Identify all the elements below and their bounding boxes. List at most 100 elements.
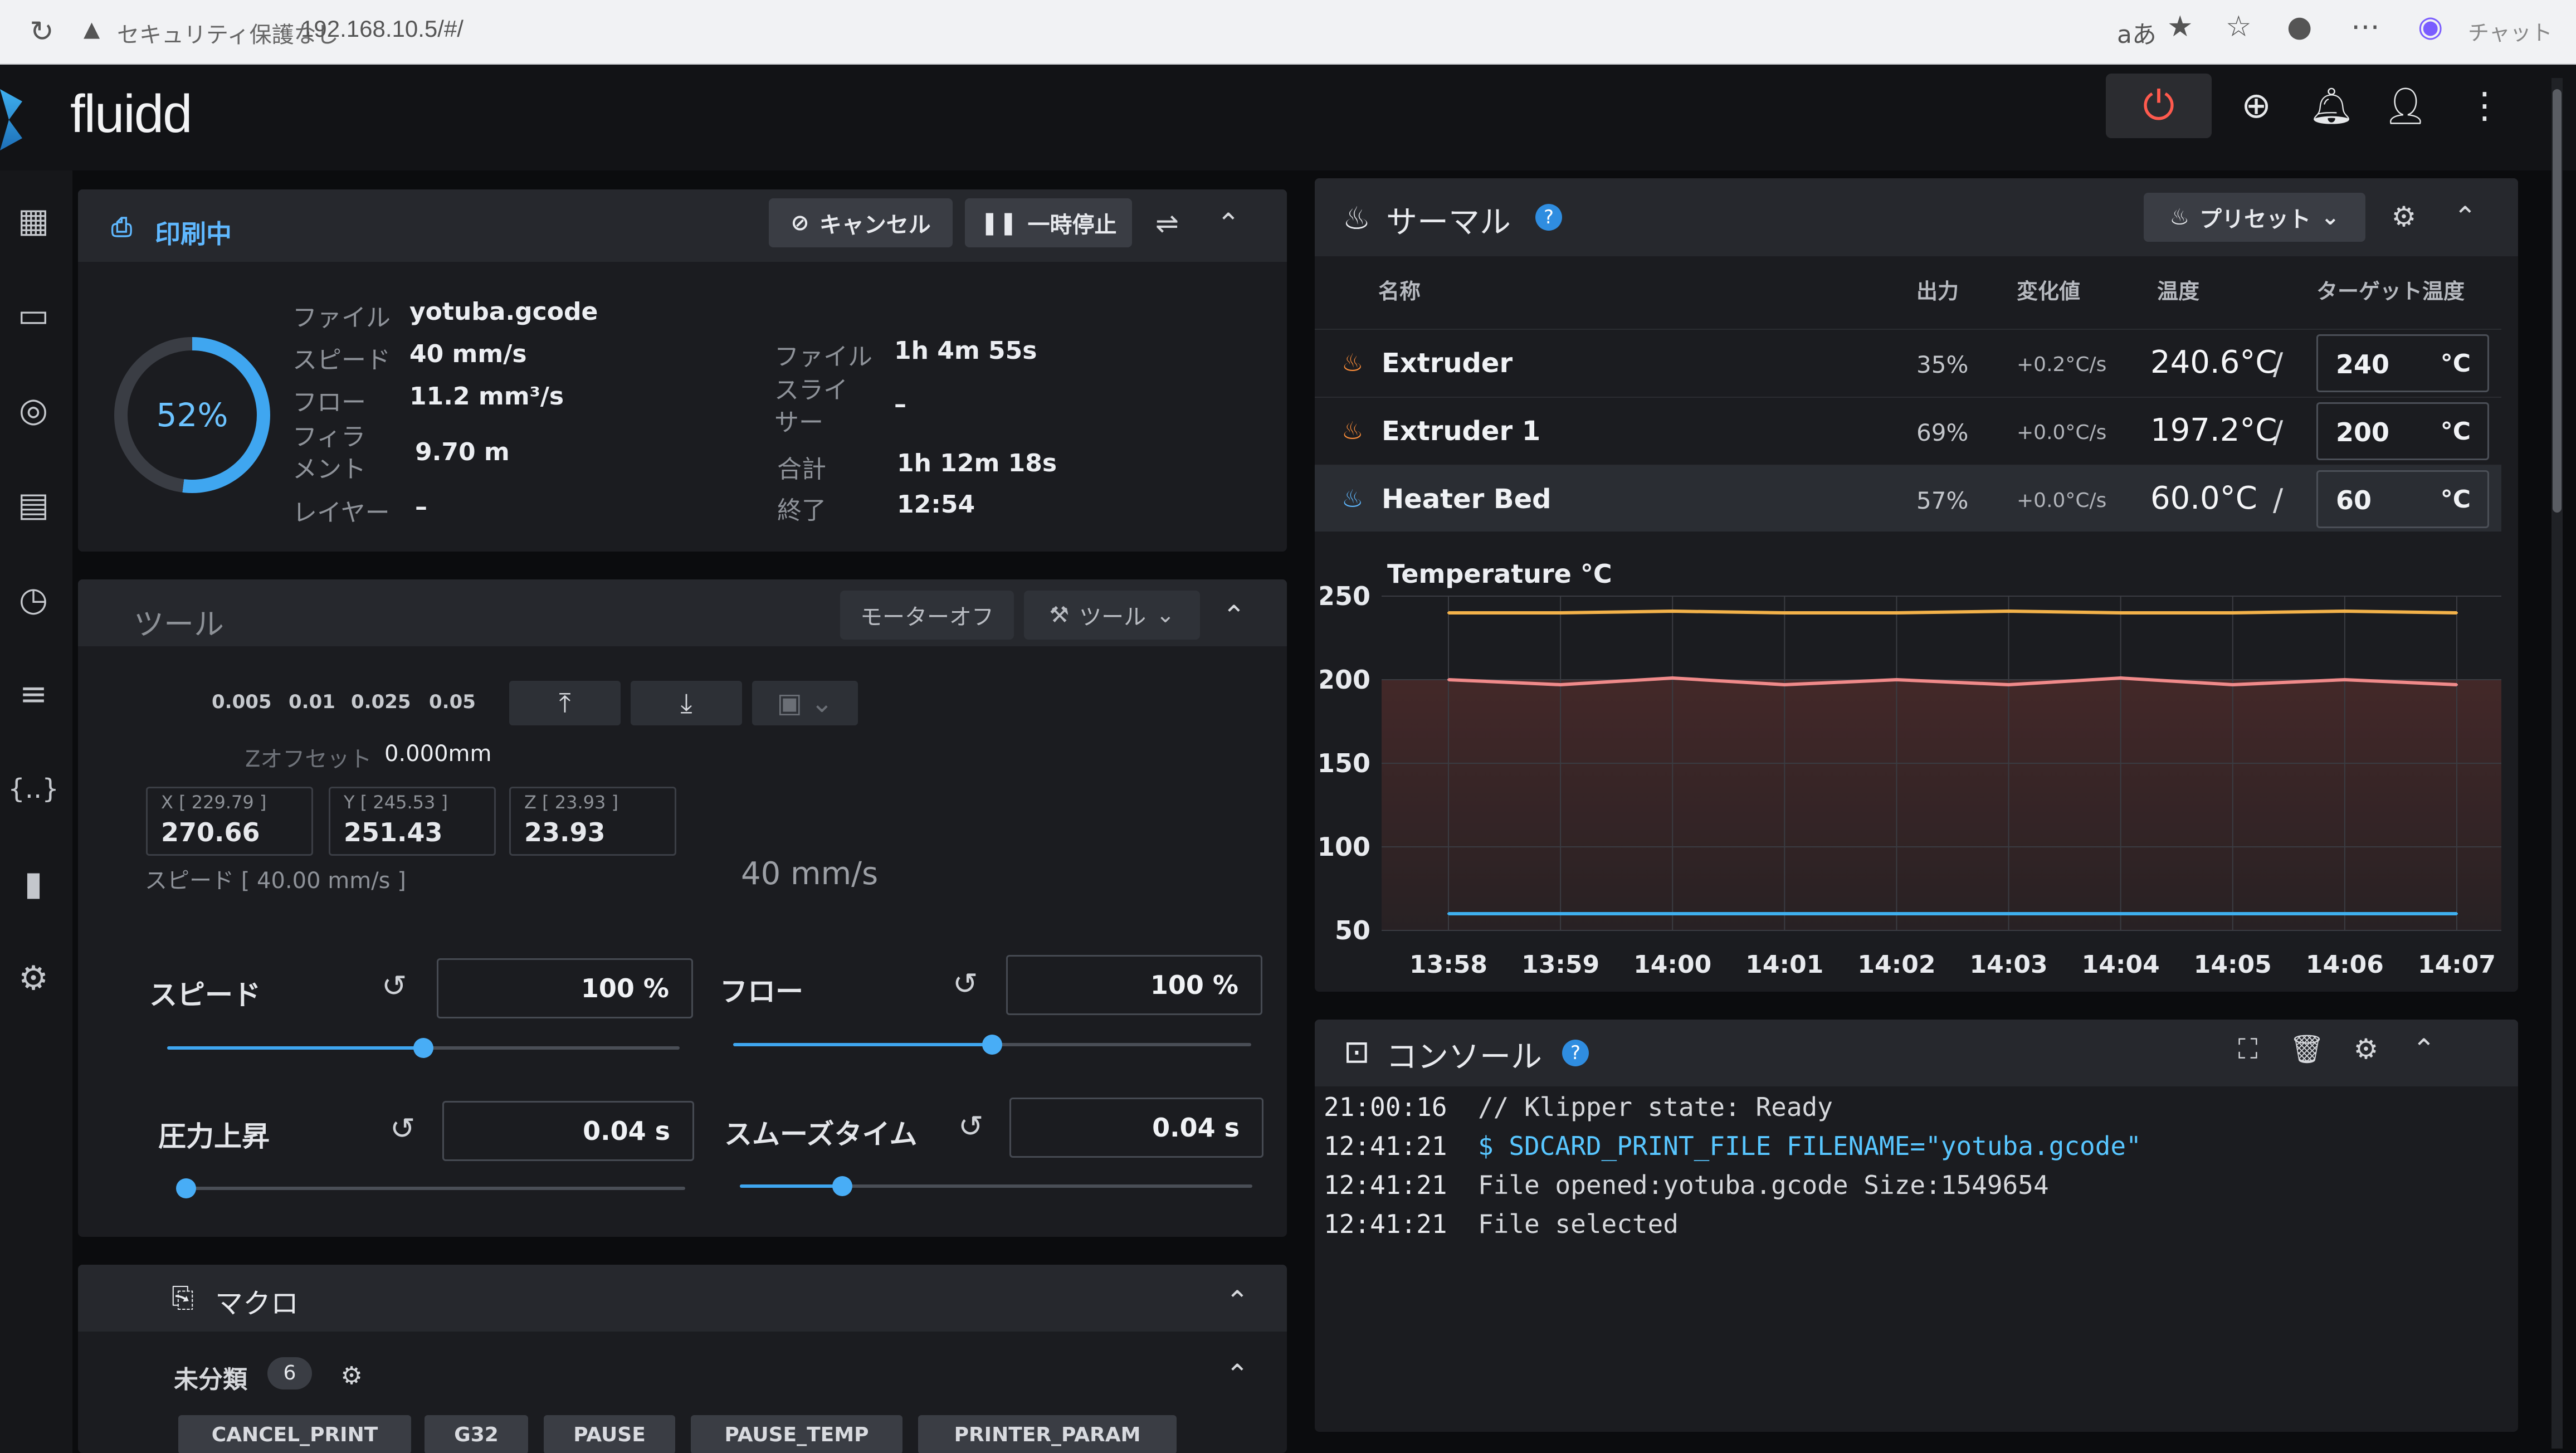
z-up-button[interactable]: ⤒ — [509, 681, 621, 725]
heater-row-extruder[interactable]: ♨ Extruder 35% +0.2°C/s 240.6°C / 240 °C — [1315, 329, 2501, 396]
address-bar[interactable]: 192.168.10.5/#/ — [301, 16, 464, 42]
flow-factor-input[interactable]: 100 % — [1006, 955, 1262, 1015]
warning-icon[interactable]: ▲ — [84, 17, 100, 41]
console-command[interactable]: $ SDCARD_PRINT_FILE FILENAME="yotuba.gco… — [1478, 1131, 2141, 1161]
clear-console-trash-icon[interactable]: 🗑︎ — [2282, 1024, 2332, 1074]
layer-value: – — [415, 493, 427, 521]
collapse-icon[interactable]: ⌃ — [1203, 198, 1253, 248]
emergency-stop-button[interactable]: ⏻ — [2106, 74, 2212, 138]
thermal-help-icon[interactable]: ? — [1535, 204, 1562, 231]
speed-reset-icon[interactable]: ↺ — [382, 968, 407, 1003]
macro-settings-gear-icon[interactable]: ⚙ — [326, 1350, 377, 1401]
tools-menu-button[interactable]: ⚒ ツール ⌄ — [1024, 591, 1200, 640]
smooth-time-reset-icon[interactable]: ↺ — [958, 1109, 983, 1144]
speed-slider[interactable] — [167, 1038, 680, 1058]
speed-label: スピード — [292, 346, 391, 374]
dashboard-icon[interactable]: ▦ — [0, 193, 67, 248]
target-temp-input[interactable]: 60 °C — [2316, 470, 2489, 528]
series-point-0 — [2007, 610, 2010, 612]
speed-factor-input[interactable]: 100 % — [437, 958, 693, 1018]
favorites-list-icon[interactable]: ☆ — [2226, 10, 2252, 43]
favorite-star-icon[interactable]: ★ — [2167, 10, 2193, 43]
tune-icon[interactable]: ≡ — [0, 666, 67, 722]
macro-g32[interactable]: G32 — [425, 1415, 528, 1453]
heater-row-extruder1[interactable]: ♨ Extruder 1 69% +0.0°C/s 197.2°C / 200 … — [1315, 397, 2501, 464]
flow-slider[interactable] — [733, 1035, 1251, 1055]
step-005[interactable]: 0.05 — [429, 691, 476, 713]
header-power: 出力 — [1916, 279, 1959, 304]
upload-icon[interactable]: ⊕ — [2228, 78, 2284, 134]
app-menu-icon[interactable]: ⋮ — [2457, 78, 2512, 134]
x-tick-label: 14:02 — [1857, 950, 1935, 979]
console-help-icon[interactable]: ? — [1562, 1040, 1589, 1066]
z-axis-value: 23.93 — [524, 817, 606, 847]
more-icon[interactable]: ⋯ — [2351, 10, 2380, 43]
read-aloud-icon[interactable]: aあ — [2117, 14, 2157, 50]
console-settings-gear-icon[interactable]: ⚙ — [2341, 1024, 2391, 1074]
camera-icon[interactable]: ◎ — [0, 382, 67, 438]
cancel-button[interactable]: ⊘ キャンセル — [769, 198, 953, 247]
pressure-advance-slider-knob[interactable] — [176, 1178, 196, 1198]
console-icon[interactable]: ▭ — [0, 287, 67, 343]
copilot-icon[interactable]: ◉ — [2418, 10, 2443, 43]
thermal-settings-gear-icon[interactable]: ⚙ — [2379, 192, 2429, 242]
pressure-advance-input[interactable]: 0.04 s — [442, 1101, 694, 1161]
smooth-time-label: スムーズタイム — [724, 1118, 918, 1150]
step-0005[interactable]: 0.005 — [212, 691, 272, 713]
z-down-button[interactable]: ⤓ — [631, 681, 742, 725]
speed-slider-knob[interactable] — [413, 1038, 433, 1058]
x-tick-label: 14:00 — [1633, 950, 1711, 979]
reload-icon[interactable]: ↻ — [22, 12, 61, 51]
profile-icon[interactable]: ● — [2287, 10, 2312, 43]
notifications-bell-icon[interactable]: 🔔︎ — [2304, 78, 2359, 134]
heater-rate: +0.0°C/s — [2017, 421, 2107, 444]
y-position-field[interactable]: Y [ 245.53 ] 251.43 — [329, 787, 496, 856]
step-001[interactable]: 0.01 — [289, 691, 335, 713]
bed-flame-icon: ♨ — [1341, 485, 1364, 513]
pause-button[interactable]: ❚❚ 一時停止 — [965, 198, 1132, 247]
macros-collapse-icon[interactable]: ⌃ — [1212, 1276, 1262, 1326]
flow-slider-knob[interactable] — [982, 1035, 1002, 1055]
jobs-icon[interactable]: ▤ — [0, 477, 67, 533]
thermal-collapse-icon[interactable]: ⌃ — [2440, 192, 2490, 242]
smooth-time-slider-knob[interactable] — [832, 1176, 852, 1196]
fullscreen-icon[interactable]: ⛶ — [2223, 1024, 2273, 1074]
macro-printer-param[interactable]: PRINTER_PARAM — [918, 1415, 1177, 1453]
smooth-time-input[interactable]: 0.04 s — [1009, 1098, 1263, 1158]
x-tick-label: 14:01 — [1745, 950, 1823, 979]
step-0025[interactable]: 0.025 — [351, 691, 411, 713]
target-temp-input[interactable]: 200 °C — [2316, 402, 2489, 460]
tool-collapse-icon[interactable]: ⌃ — [1209, 591, 1259, 641]
history-icon[interactable]: ◷ — [0, 572, 67, 627]
macro-pause-temp[interactable]: PAUSE_TEMP — [691, 1415, 902, 1453]
system-icon[interactable]: ▮ — [0, 856, 67, 911]
x-position-field[interactable]: X [ 229.79 ] 270.66 — [146, 787, 313, 856]
flow-reset-icon[interactable]: ↺ — [953, 966, 978, 1001]
extruder1-flame-icon: ♨ — [1341, 417, 1364, 445]
target-temp-input[interactable]: 240 °C — [2316, 334, 2489, 392]
motors-off-button[interactable]: モーターオフ — [840, 591, 1014, 640]
target-unit: °C — [2440, 349, 2471, 378]
chat-label[interactable]: チャット — [2468, 16, 2553, 46]
smooth-time-slider[interactable] — [740, 1176, 1252, 1196]
page-scrollbar-thumb[interactable] — [2553, 89, 2562, 513]
macro-pause[interactable]: PAUSE — [544, 1415, 675, 1453]
z-offset-save-button[interactable]: ▣ ⌄ — [752, 681, 858, 725]
z-position-field[interactable]: Z [ 23.93 ] 23.93 — [509, 787, 676, 856]
presets-button[interactable]: ♨ プリセット ⌄ — [2144, 193, 2365, 242]
macro-cancel-print[interactable]: CANCEL_PRINT — [178, 1415, 411, 1453]
header-rate: 変化値 — [2017, 279, 2081, 304]
console-collapse-icon[interactable]: ⌃ — [2399, 1024, 2449, 1074]
x-axis-label: X [ 229.79 ] — [161, 792, 267, 813]
settings-gear-icon[interactable]: ⚙ — [0, 950, 67, 1006]
macros-code-icon[interactable]: {..} — [0, 761, 67, 817]
pressure-advance-reset-icon[interactable]: ↺ — [390, 1111, 415, 1146]
exclude-objects-icon[interactable]: ⇌ — [1142, 198, 1192, 248]
pressure-advance-slider[interactable] — [176, 1178, 685, 1198]
macro-group-collapse-icon[interactable]: ⌃ — [1212, 1349, 1262, 1400]
filament-label: フィラメント — [292, 423, 366, 484]
user-icon[interactable]: 👤︎ — [2378, 78, 2433, 134]
tools-icon: ⚒ — [1049, 602, 1070, 628]
series-point-2 — [2119, 913, 2122, 915]
heater-row-bed[interactable]: ♨ Heater Bed 57% +0.0°C/s 60.0°C / 60 °C — [1315, 465, 2501, 532]
